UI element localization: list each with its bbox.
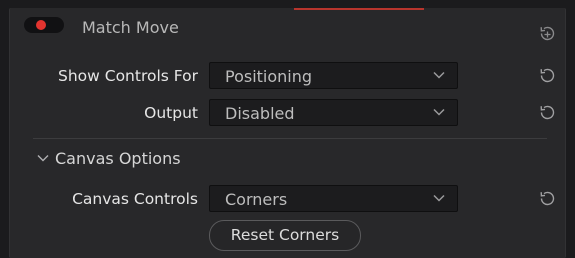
- show-controls-label: Show Controls For: [58, 67, 198, 85]
- canvas-controls-dropdown[interactable]: Corners: [209, 185, 458, 212]
- output-label: Output: [144, 104, 198, 122]
- output-value: Disabled: [225, 104, 295, 123]
- chevron-down-icon: [37, 155, 49, 162]
- show-controls-dropdown[interactable]: Positioning: [209, 62, 458, 89]
- canvas-options-header[interactable]: Canvas Options: [37, 149, 181, 168]
- show-controls-value: Positioning: [225, 67, 313, 86]
- canvas-controls-reset-icon[interactable]: [537, 189, 557, 209]
- match-move-toggle[interactable]: [24, 17, 64, 33]
- reset-corners-button[interactable]: Reset Corners: [209, 220, 361, 251]
- chevron-down-icon: [433, 194, 445, 202]
- toggle-indicator: [36, 20, 46, 30]
- canvas-controls-label: Canvas Controls: [72, 190, 198, 208]
- output-dropdown[interactable]: Disabled: [209, 99, 458, 126]
- tab-highlight: [294, 8, 424, 10]
- chevron-down-icon: [433, 108, 445, 116]
- chevron-down-icon: [433, 71, 445, 79]
- canvas-controls-value: Corners: [225, 190, 288, 209]
- section-divider: [33, 138, 547, 139]
- canvas-options-label: Canvas Options: [55, 149, 181, 168]
- output-reset-icon[interactable]: [537, 103, 557, 123]
- show-controls-reset-icon[interactable]: [537, 66, 557, 86]
- panel-title: Match Move: [82, 18, 179, 37]
- header-reset-icon[interactable]: [537, 24, 557, 44]
